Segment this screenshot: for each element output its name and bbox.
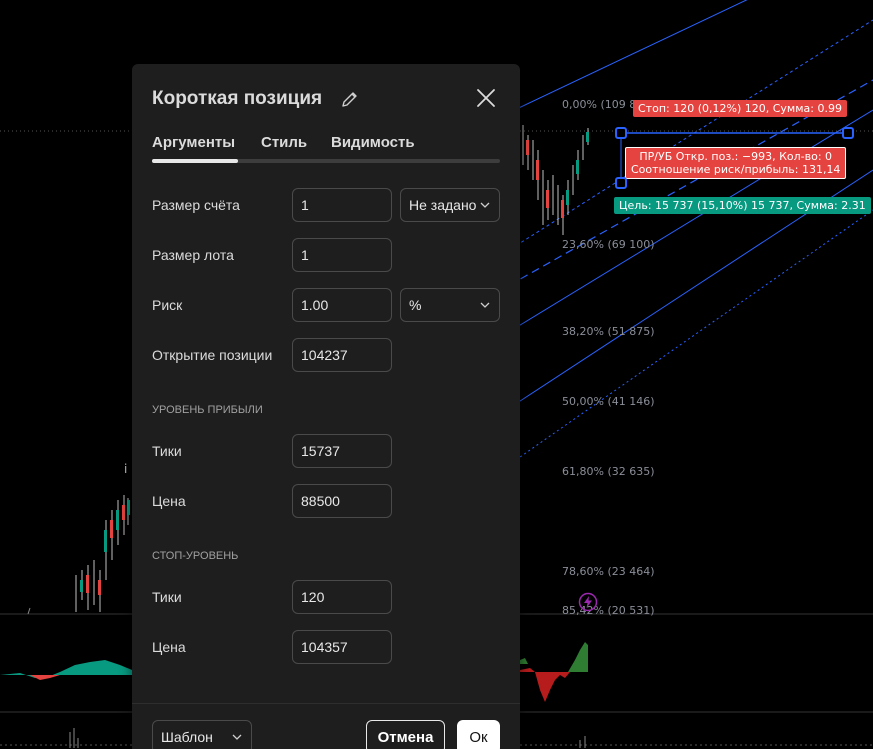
position-handle-target[interactable] <box>615 177 627 189</box>
stop-tag: Стоп: 120 (0,12%) 120, Сумма: 0.99 <box>633 100 847 117</box>
fib-level-618: 61,80% (32 635) <box>562 465 655 478</box>
position-handle-entry[interactable] <box>615 127 627 139</box>
entry-price-label: Открытие позиции <box>152 347 273 363</box>
pnl-line-1: ПР/УБ Откр. поз.: −993, Кол-во: 0 <box>639 150 833 163</box>
lot-size-label: Размер лота <box>152 247 234 263</box>
cancel-button[interactable]: Отмена <box>366 720 445 749</box>
profit-ticks-label: Тики <box>152 443 182 459</box>
stop-level-heading: Стоп-уровень <box>152 550 239 562</box>
account-currency-select[interactable]: Не задано <box>400 188 500 222</box>
close-icon[interactable] <box>472 84 500 112</box>
fib-level-786: 78,60% (23 464) <box>562 565 655 578</box>
position-handle-right[interactable] <box>842 127 854 139</box>
template-dropdown[interactable]: Шаблон <box>152 720 252 749</box>
chevron-down-icon <box>480 302 490 308</box>
tab-visibility[interactable]: Видимость <box>331 134 415 151</box>
template-label: Шаблон <box>161 729 213 745</box>
pencil-icon[interactable] <box>340 89 360 109</box>
stop-price-label: Цена <box>152 639 186 655</box>
chevron-down-icon <box>232 734 242 740</box>
footer-divider <box>132 703 520 704</box>
stop-ticks-label: Тики <box>152 589 182 605</box>
fib-level-236: 23,60% (69 100) <box>562 238 655 251</box>
tab-arguments[interactable]: Аргументы <box>152 134 235 151</box>
target-tag: Цель: 15 737 (15,10%) 15 737, Сумма: 2.3… <box>614 197 871 214</box>
account-size-input[interactable] <box>292 188 392 222</box>
risk-unit-value: % <box>409 297 422 313</box>
stop-price-input[interactable] <box>292 630 392 664</box>
risk-unit-select[interactable]: % <box>400 288 500 322</box>
ok-button[interactable]: Ок <box>457 720 500 749</box>
dialog-title: Короткая позиция <box>152 88 323 109</box>
fib-level-854: 85,42% (20 531) <box>562 604 655 617</box>
dialog-tabs: Аргументы Стиль Видимость <box>152 134 500 164</box>
profit-price-input[interactable] <box>292 484 392 518</box>
account-size-label: Размер счёта <box>152 197 240 213</box>
pnl-line-2: Соотношение риск/прибыль: 131,14 <box>631 163 841 176</box>
profit-price-label: Цена <box>152 493 186 509</box>
tab-style[interactable]: Стиль <box>261 134 307 151</box>
tab-active-indicator <box>152 159 238 163</box>
entry-price-input[interactable] <box>292 338 392 372</box>
stop-ticks-input[interactable] <box>292 580 392 614</box>
risk-label: Риск <box>152 297 183 313</box>
profit-ticks-input[interactable] <box>292 434 392 468</box>
profit-level-heading: Уровень прибыли <box>152 404 263 416</box>
pnl-tag: ПР/УБ Откр. поз.: −993, Кол-во: 0 Соотно… <box>625 147 847 179</box>
chevron-down-icon <box>480 202 490 208</box>
fib-level-500: 50,00% (41 146) <box>562 395 655 408</box>
fib-level-382: 38,20% (51 875) <box>562 325 655 338</box>
fib-level-0: 0,00% (109 83 <box>562 98 644 111</box>
svg-text:i: i <box>124 462 127 476</box>
lot-size-input[interactable] <box>292 238 392 272</box>
short-position-dialog: Короткая позиция Аргументы Стиль Видимос… <box>132 64 520 749</box>
risk-input[interactable] <box>292 288 392 322</box>
account-currency-value: Не задано <box>409 197 477 213</box>
lightning-icon[interactable] <box>578 592 598 612</box>
